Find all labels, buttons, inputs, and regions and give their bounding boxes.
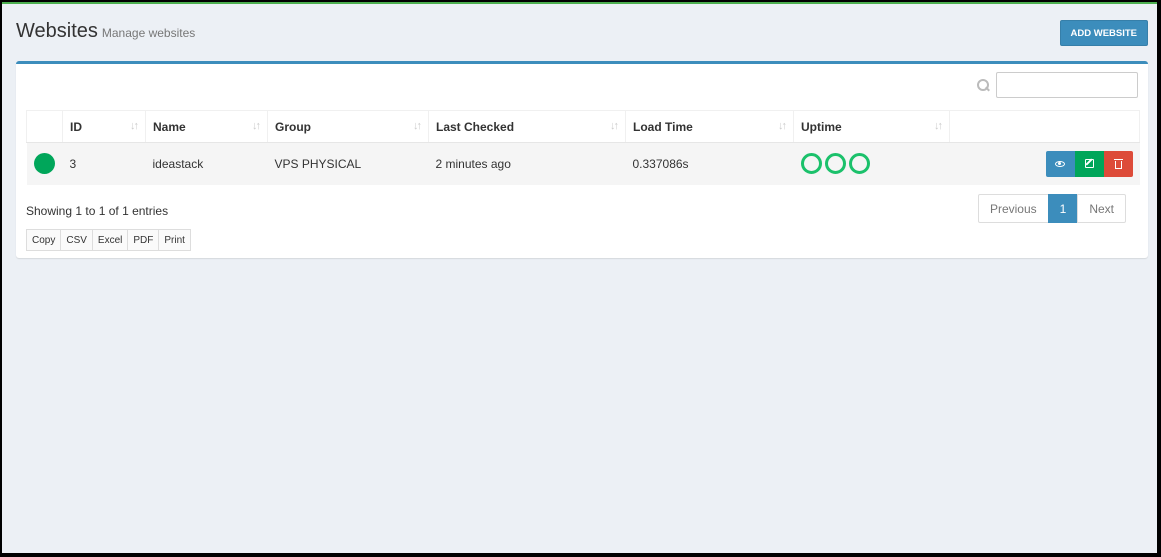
column-header-label: Last Checked bbox=[436, 119, 515, 134]
column-header-uptime[interactable]: Uptime ↓↑ bbox=[793, 110, 950, 143]
sort-icon: ↓↑ bbox=[610, 120, 619, 132]
sort-icon: ↓↑ bbox=[934, 120, 943, 132]
uptime-ring-icon bbox=[800, 153, 822, 175]
export-excel-button[interactable]: Excel bbox=[91, 229, 129, 251]
export-copy-button[interactable]: Copy bbox=[26, 229, 62, 251]
view-button[interactable] bbox=[1045, 150, 1075, 177]
table-row: 3 ideastack VPS PHYSICAL 2 minutes ago 0… bbox=[26, 142, 1140, 185]
edit-icon bbox=[1084, 159, 1094, 169]
table-info: Showing 1 to 1 of 1 entries bbox=[26, 204, 169, 218]
sort-icon: ↓↑ bbox=[130, 120, 139, 132]
name-cell: ideastack bbox=[145, 142, 268, 185]
uptime-cell bbox=[793, 142, 950, 185]
sort-icon: ↓↑ bbox=[413, 120, 422, 132]
column-header-label: Name bbox=[153, 119, 186, 134]
sort-icon: ↓↑ bbox=[252, 120, 261, 132]
trash-icon bbox=[1113, 158, 1123, 169]
uptime-ring-icon bbox=[848, 153, 870, 175]
column-header-label: Uptime bbox=[801, 119, 842, 134]
column-header-last-checked[interactable]: Last Checked ↓↑ bbox=[428, 110, 626, 143]
column-header-label: Load Time bbox=[633, 119, 693, 134]
column-header-load-time[interactable]: Load Time ↓↑ bbox=[625, 110, 794, 143]
search-input[interactable] bbox=[996, 72, 1138, 98]
pagination-next[interactable]: Next bbox=[1077, 194, 1126, 223]
id-cell: 3 bbox=[62, 142, 146, 185]
row-actions bbox=[957, 150, 1133, 177]
eye-icon bbox=[1055, 160, 1065, 167]
actions-cell bbox=[949, 142, 1140, 185]
export-print-button[interactable]: Print bbox=[158, 229, 191, 251]
delete-button[interactable] bbox=[1103, 150, 1133, 177]
websites-box: ID ↓↑ Name ↓↑ Group ↓↑ Last Checked ↓↑ L… bbox=[16, 61, 1148, 258]
app-frame: Websites Manage websites ADD WEBSITE ID … bbox=[2, 2, 1157, 553]
pagination-page-1[interactable]: 1 bbox=[1047, 194, 1079, 223]
group-cell: VPS PHYSICAL bbox=[267, 142, 429, 185]
edit-button[interactable] bbox=[1074, 150, 1104, 177]
add-website-button[interactable]: ADD WEBSITE bbox=[1059, 20, 1148, 46]
search-area bbox=[976, 72, 1138, 98]
websites-table: ID ↓↑ Name ↓↑ Group ↓↑ Last Checked ↓↑ L… bbox=[26, 110, 1140, 185]
column-header-name[interactable]: Name ↓↑ bbox=[145, 110, 268, 143]
uptime-ring-icon bbox=[824, 153, 846, 175]
page-title: Websites bbox=[16, 20, 98, 42]
column-header-label: ID bbox=[70, 119, 82, 134]
search-icon bbox=[976, 78, 990, 92]
uptime-indicators bbox=[800, 153, 943, 175]
sort-icon: ↓↑ bbox=[778, 120, 787, 132]
load-time-cell: 0.337086s bbox=[625, 142, 794, 185]
column-header-label: Group bbox=[275, 119, 311, 134]
column-header-id[interactable]: ID ↓↑ bbox=[62, 110, 146, 143]
status-cell bbox=[26, 142, 63, 185]
export-pdf-button[interactable]: PDF bbox=[127, 229, 160, 251]
status-online-indicator bbox=[33, 153, 55, 175]
page-header: Websites Manage websites bbox=[16, 20, 195, 43]
column-header-status[interactable] bbox=[26, 110, 63, 143]
export-buttons: Copy CSV Excel PDF Print bbox=[26, 229, 191, 251]
pagination: Previous 1 Next bbox=[977, 194, 1126, 223]
column-header-group[interactable]: Group ↓↑ bbox=[267, 110, 429, 143]
pagination-previous[interactable]: Previous bbox=[977, 194, 1049, 223]
table-header-row: ID ↓↑ Name ↓↑ Group ↓↑ Last Checked ↓↑ L… bbox=[26, 110, 1140, 143]
page-subtitle: Manage websites bbox=[101, 26, 196, 40]
export-csv-button[interactable]: CSV bbox=[60, 229, 93, 251]
column-header-actions bbox=[949, 110, 1140, 143]
last-checked-cell: 2 minutes ago bbox=[428, 142, 626, 185]
